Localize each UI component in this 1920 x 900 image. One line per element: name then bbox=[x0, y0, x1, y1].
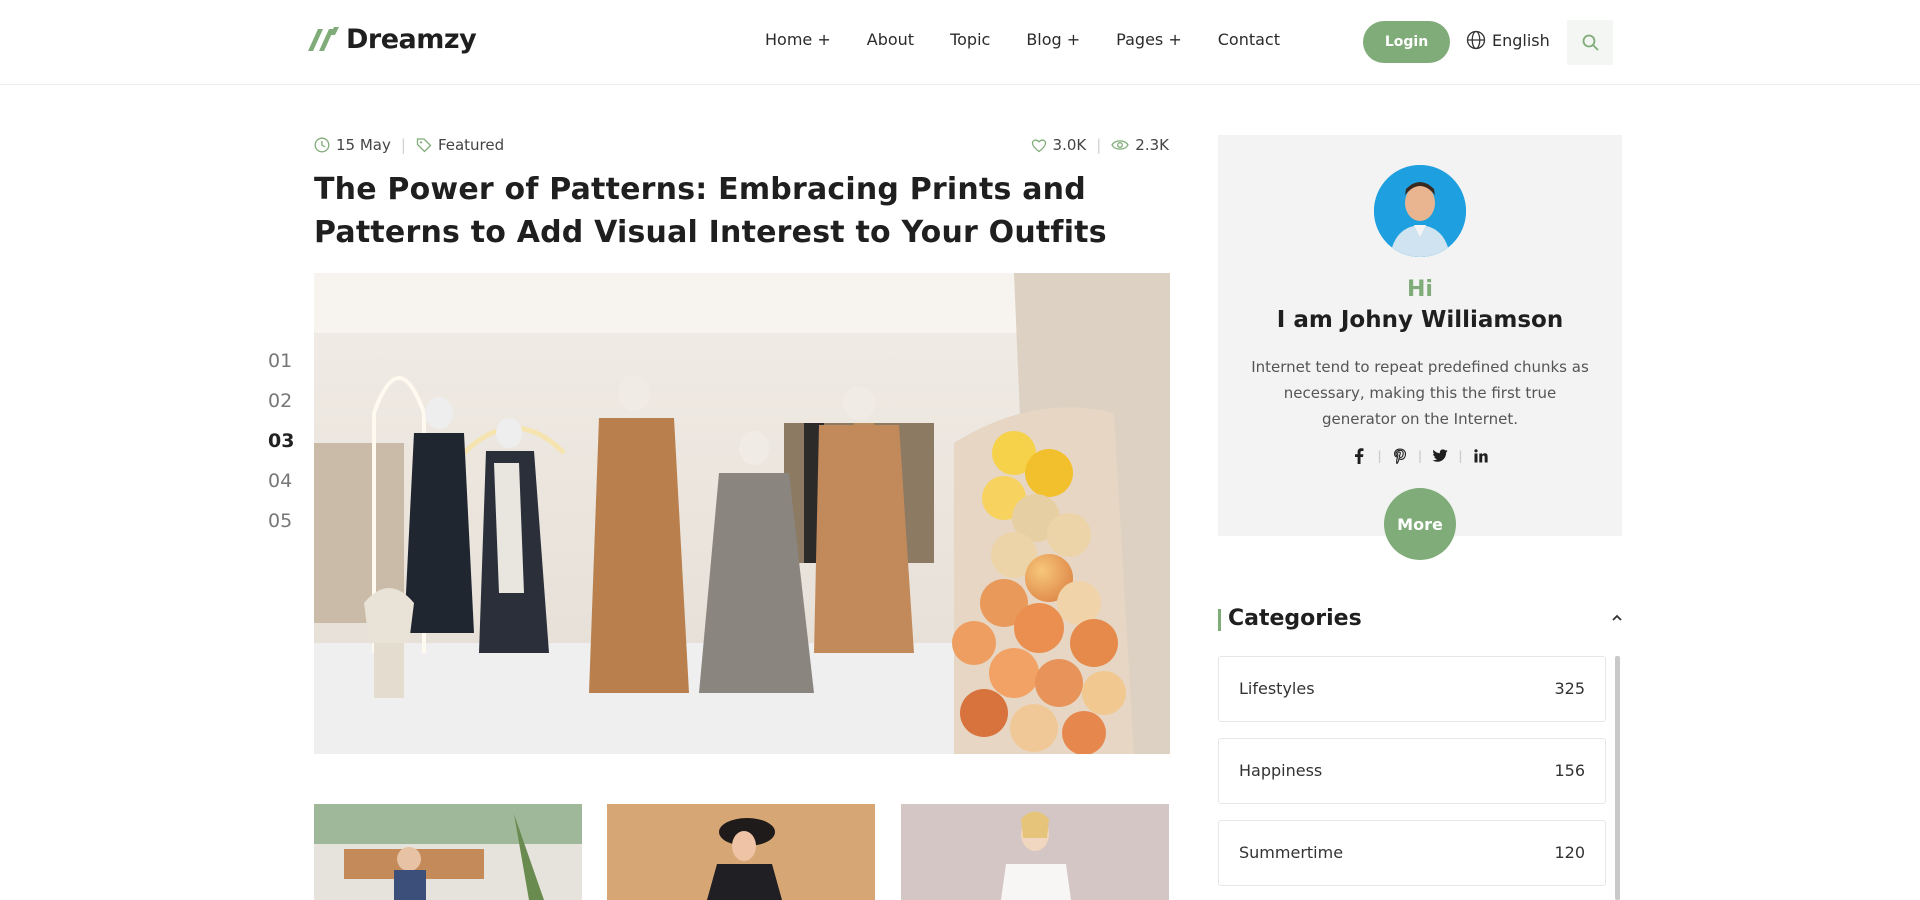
social-divider: | bbox=[1417, 449, 1423, 463]
globe-icon bbox=[1466, 30, 1486, 50]
category-name: Summertime bbox=[1239, 843, 1344, 862]
thumbnail-image[interactable] bbox=[901, 804, 1169, 900]
slide-number[interactable]: 01 bbox=[268, 348, 294, 374]
author-avatar[interactable] bbox=[1374, 165, 1466, 257]
category-item[interactable]: Lifestyles 325 bbox=[1218, 656, 1606, 722]
facebook-icon[interactable] bbox=[1349, 446, 1369, 466]
avatar-illustration bbox=[1374, 165, 1466, 257]
category-name: Happiness bbox=[1239, 761, 1323, 780]
linkedin-icon[interactable] bbox=[1471, 446, 1491, 466]
categories-scrollbar[interactable] bbox=[1615, 656, 1620, 900]
logo-mark-icon bbox=[308, 26, 339, 51]
eye-icon bbox=[1111, 140, 1130, 150]
search-button[interactable] bbox=[1567, 20, 1613, 65]
nav-item-home[interactable]: Home + bbox=[765, 30, 831, 49]
author-bio: Internet tend to repeat predefined chunk… bbox=[1251, 358, 1589, 428]
slide-number[interactable]: 02 bbox=[268, 388, 294, 414]
social-links: | | | bbox=[1218, 446, 1622, 466]
brand-name: Dreamzy bbox=[346, 24, 477, 55]
article-meta: 15 May | Featured 3.0K | 2.3K bbox=[314, 136, 1169, 158]
logo[interactable]: Dreamzy bbox=[306, 24, 477, 55]
twitter-icon[interactable] bbox=[1430, 446, 1450, 466]
social-divider: | bbox=[1458, 449, 1463, 463]
author-greeting: Hi bbox=[1407, 277, 1433, 302]
slide-number[interactable]: 05 bbox=[268, 508, 294, 534]
thumbnail-illustration bbox=[901, 804, 1169, 900]
login-button[interactable]: Login bbox=[1363, 21, 1450, 63]
main-nav: Home + About Topic Blog + Pages + Contac… bbox=[765, 30, 1280, 49]
thumbnail-image[interactable] bbox=[607, 804, 875, 900]
meta-divider: | bbox=[400, 136, 406, 154]
slider-pagination: 01 02 03 04 05 bbox=[268, 348, 294, 534]
slide-number-active[interactable]: 03 bbox=[268, 428, 294, 454]
author-card: Hi I am Johny Williamson Internet tend t… bbox=[1218, 135, 1622, 536]
nav-item-about[interactable]: About bbox=[867, 30, 914, 49]
like-count: 3.0K bbox=[1052, 136, 1087, 154]
meta-divider: | bbox=[1096, 136, 1102, 154]
clock-icon bbox=[314, 137, 330, 153]
category-count: 120 bbox=[1554, 843, 1585, 862]
boutique-illustration bbox=[314, 273, 1170, 754]
view-count: 2.3K bbox=[1135, 136, 1169, 154]
category-item[interactable]: Happiness 156 bbox=[1218, 738, 1606, 804]
category-count: 156 bbox=[1554, 761, 1585, 780]
nav-item-contact[interactable]: Contact bbox=[1218, 30, 1280, 49]
article-title[interactable]: The Power of Patterns: Embracing Prints … bbox=[314, 168, 1184, 254]
slide-number[interactable]: 04 bbox=[268, 468, 294, 494]
tag-icon bbox=[416, 138, 432, 153]
language-label: English bbox=[1492, 30, 1550, 50]
categories-header: Categories bbox=[1218, 606, 1622, 634]
search-icon bbox=[1582, 34, 1598, 51]
more-button[interactable]: More bbox=[1384, 488, 1456, 560]
thumbnail-illustration bbox=[607, 804, 875, 900]
nav-item-pages[interactable]: Pages + bbox=[1116, 30, 1182, 49]
categories-title: Categories bbox=[1228, 606, 1362, 631]
category-name: Lifestyles bbox=[1239, 679, 1315, 698]
language-selector[interactable]: English bbox=[1466, 30, 1550, 50]
article-tag[interactable]: Featured bbox=[438, 136, 504, 154]
nav-item-topic[interactable]: Topic bbox=[950, 30, 990, 49]
site-header: Dreamzy Home + About Topic Blog + Pages … bbox=[0, 0, 1920, 85]
heart-icon[interactable] bbox=[1031, 138, 1047, 153]
social-divider: | bbox=[1377, 449, 1382, 463]
nav-item-blog[interactable]: Blog + bbox=[1026, 30, 1080, 49]
category-count: 325 bbox=[1554, 679, 1585, 698]
hero-image[interactable] bbox=[314, 273, 1170, 754]
category-item[interactable]: Summertime 120 bbox=[1218, 820, 1606, 886]
author-name: I am Johny Williamson bbox=[1276, 307, 1564, 333]
article-date: 15 May bbox=[336, 136, 391, 154]
section-accent-bar bbox=[1218, 609, 1221, 631]
thumbnail-image[interactable] bbox=[314, 804, 582, 900]
thumbnail-illustration bbox=[314, 804, 582, 900]
chevron-up-icon[interactable] bbox=[1612, 610, 1622, 626]
pinterest-icon[interactable] bbox=[1390, 446, 1410, 466]
